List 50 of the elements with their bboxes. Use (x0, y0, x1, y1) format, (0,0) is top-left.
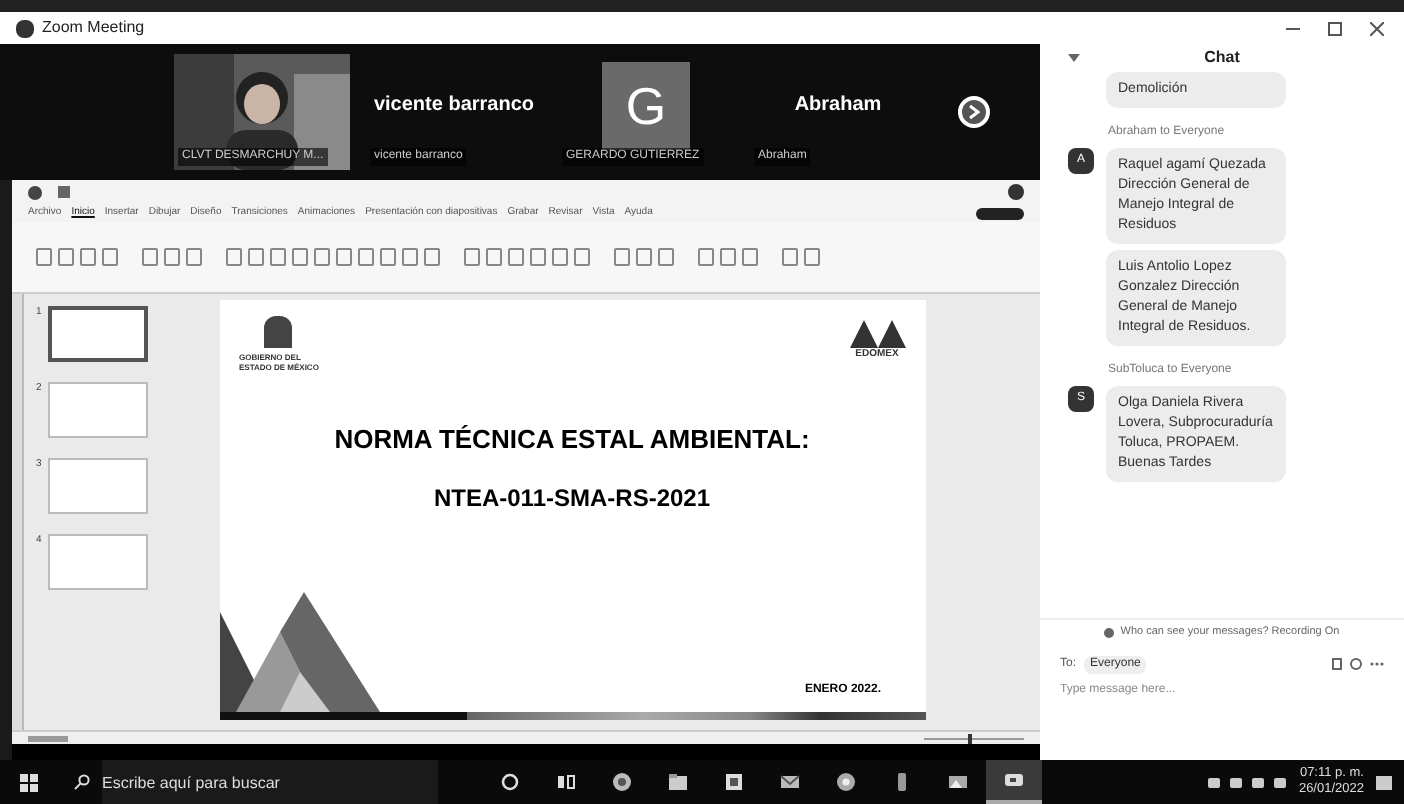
windows-start-icon[interactable] (20, 773, 38, 791)
close-icon[interactable] (1370, 21, 1384, 35)
slide-thumbnail[interactable] (47, 534, 148, 590)
ribbon-group[interactable] (142, 248, 202, 266)
people-icon (1104, 628, 1115, 638)
next-page-icon[interactable] (958, 96, 990, 128)
photo-icon[interactable] (948, 772, 968, 792)
ribbon-group[interactable] (36, 248, 118, 266)
status-bar (28, 735, 68, 741)
slide-thumbnail[interactable] (47, 306, 148, 362)
ribbon-group[interactable] (464, 248, 590, 266)
record-icon (28, 185, 42, 199)
account-avatar[interactable] (1008, 184, 1024, 200)
mountain-logo-icon (849, 316, 905, 348)
browser-icon[interactable] (612, 772, 632, 792)
emblem-icon (263, 316, 291, 348)
chat-title: Chat (1202, 46, 1242, 70)
emoji-icon[interactable] (1350, 658, 1362, 670)
collapse-icon[interactable] (1068, 54, 1080, 62)
browser-icon[interactable] (836, 772, 856, 792)
slide-thumbnail[interactable] (47, 458, 148, 514)
ribbon-group[interactable] (614, 248, 674, 266)
ribbon-group[interactable] (226, 248, 440, 266)
slide-thumbnail[interactable] (47, 382, 148, 438)
participant-name: Abraham (794, 91, 882, 119)
circle-icon[interactable] (500, 772, 520, 792)
phone-icon[interactable] (892, 772, 912, 792)
zoom-logo-icon (16, 19, 34, 37)
avatar: G (602, 62, 690, 150)
notification-icon[interactable] (1376, 775, 1392, 789)
slide-title: NORMA TÉCNICA ESTAL AMBIENTAL: (334, 422, 810, 458)
ribbon-group[interactable] (698, 248, 758, 266)
maximize-icon[interactable] (1328, 21, 1342, 35)
minimize-icon[interactable] (1286, 27, 1300, 29)
ribbon-group[interactable] (782, 248, 820, 266)
window-title: Zoom Meeting (42, 16, 145, 40)
folder-icon[interactable] (668, 772, 688, 792)
system-tray-icons[interactable] (1208, 777, 1287, 787)
participant-name: vicente barranco (373, 91, 535, 119)
store-icon[interactable] (724, 772, 744, 792)
slide-subtitle: NTEA-011-SMA-RS-2021 (433, 481, 711, 515)
task-view-icon[interactable] (556, 772, 576, 792)
file-icon[interactable] (1332, 658, 1342, 670)
zoom-slider-thumb[interactable] (967, 733, 972, 743)
video-camera-icon[interactable] (1004, 770, 1024, 790)
search-icon (74, 774, 90, 790)
search-field[interactable]: Escribe aquí para buscar (102, 760, 438, 804)
mail-icon[interactable] (780, 772, 800, 792)
share-button[interactable] (976, 207, 1024, 219)
taskbar-app[interactable] (986, 760, 1042, 804)
